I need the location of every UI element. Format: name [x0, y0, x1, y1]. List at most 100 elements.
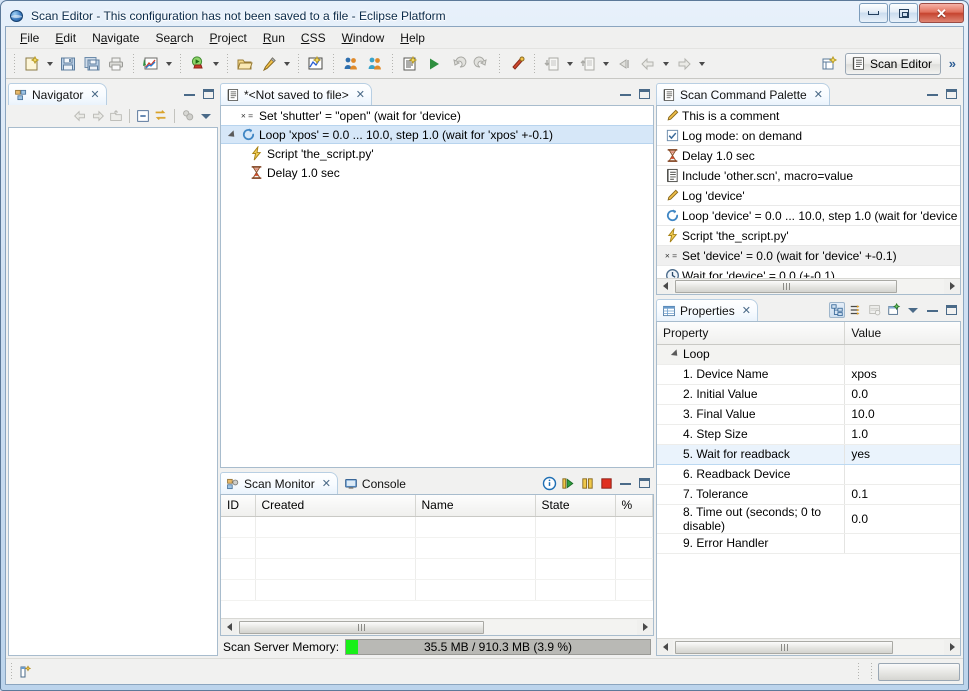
minimize-button[interactable]: [859, 3, 888, 23]
table-row[interactable]: 9. Error Handler: [657, 533, 960, 554]
list-item[interactable]: This is a comment: [657, 106, 960, 126]
scroll-right-icon[interactable]: [637, 620, 653, 635]
scroll-track[interactable]: [237, 619, 637, 635]
toolbar-overflow-icon[interactable]: »: [949, 56, 956, 71]
property-group-row[interactable]: Loop: [657, 344, 960, 365]
property-value[interactable]: 0.0: [844, 504, 960, 534]
blue-person-icon[interactable]: [363, 52, 387, 76]
tab-scan-command-palette[interactable]: Scan Command Palette ✕: [656, 83, 830, 105]
property-value[interactable]: [844, 464, 960, 485]
back-dropdown[interactable]: [660, 52, 672, 76]
tree-twisty[interactable]: [225, 129, 239, 140]
scroll-left-icon[interactable]: [657, 640, 673, 655]
list-item[interactable]: Delay 1.0 sec: [657, 146, 960, 166]
list-item[interactable]: Include 'other.scn', macro=value: [657, 166, 960, 186]
close-icon[interactable]: ✕: [814, 88, 823, 101]
property-value[interactable]: 0.1: [844, 484, 960, 505]
property-value[interactable]: 0.0: [844, 384, 960, 405]
maximize-icon[interactable]: [943, 302, 959, 318]
close-icon[interactable]: ✕: [742, 304, 751, 317]
property-value[interactable]: [844, 533, 960, 554]
scroll-thumb[interactable]: [239, 620, 484, 634]
back-icon[interactable]: [72, 108, 88, 124]
table-row[interactable]: 2. Initial Value 0.0: [657, 384, 960, 405]
forward-dropdown[interactable]: [696, 52, 708, 76]
tree-row[interactable]: Delay 1.0 sec: [221, 163, 653, 182]
close-button[interactable]: ✕: [919, 3, 964, 23]
list-item[interactable]: Loop 'device' = 0.0 ... 10.0, step 1.0 (…: [657, 206, 960, 226]
tree-row[interactable]: × = Set 'shutter' = "open" (wait for 'de…: [221, 106, 653, 125]
new-wizard-icon[interactable]: [20, 52, 44, 76]
restore-button[interactable]: [889, 3, 918, 23]
toolbar-grip[interactable]: [178, 53, 183, 74]
new-wizard-dropdown[interactable]: [44, 52, 56, 76]
filters-icon[interactable]: [180, 108, 196, 124]
export-dropdown[interactable]: [600, 52, 612, 76]
show-advanced-icon[interactable]: [848, 302, 864, 318]
forward-icon[interactable]: [90, 108, 106, 124]
list-item[interactable]: Log mode: on demand: [657, 126, 960, 146]
collapse-all-icon[interactable]: [135, 108, 151, 124]
property-value[interactable]: yes: [844, 443, 960, 465]
info-icon[interactable]: [541, 475, 557, 491]
palette-hscrollbar[interactable]: [657, 277, 960, 294]
scroll-right-icon[interactable]: [944, 640, 960, 655]
new-tab-icon[interactable]: [886, 302, 902, 318]
undo-arrow-icon[interactable]: [446, 52, 470, 76]
table-row[interactable]: [221, 516, 653, 538]
forward-arrow-icon[interactable]: [672, 52, 696, 76]
link-with-editor-icon[interactable]: [153, 108, 169, 124]
property-value[interactable]: 10.0: [844, 404, 960, 425]
toolbar-grip[interactable]: [497, 53, 502, 74]
save-all-icon[interactable]: [80, 52, 104, 76]
list-item[interactable]: Script 'the_script.py': [657, 226, 960, 246]
up-icon[interactable]: [108, 108, 124, 124]
table-row[interactable]: 4. Step Size 1.0: [657, 424, 960, 445]
menu-file[interactable]: File: [12, 29, 47, 47]
list-item[interactable]: Wait for 'device' = 0.0 (+-0.1): [657, 266, 960, 278]
back-arrow-icon[interactable]: [636, 52, 660, 76]
toolbar-grip[interactable]: [532, 53, 537, 74]
menu-help[interactable]: Help: [392, 29, 433, 47]
toolbar-grip[interactable]: [296, 53, 301, 74]
tree-row[interactable]: Loop 'xpos' = 0.0 ... 10.0, step 1.0 (wa…: [221, 125, 653, 144]
minimize-icon[interactable]: [181, 86, 197, 102]
run-scan-icon[interactable]: [186, 52, 210, 76]
print-icon[interactable]: [104, 52, 128, 76]
toolbar-grip[interactable]: [390, 53, 395, 74]
scroll-thumb[interactable]: [675, 640, 893, 654]
perspective-scan-editor-button[interactable]: Scan Editor: [844, 52, 941, 75]
monitor-hscrollbar[interactable]: [221, 618, 653, 635]
plot-data-browser-icon[interactable]: [139, 52, 163, 76]
run-dropdown[interactable]: [210, 52, 222, 76]
import-dropdown[interactable]: [564, 52, 576, 76]
menu-window[interactable]: Window: [334, 29, 393, 47]
table-row[interactable]: 6. Readback Device: [657, 464, 960, 485]
menu-run[interactable]: Run: [255, 29, 293, 47]
navigator-tree[interactable]: [8, 127, 218, 656]
toolbar-grip[interactable]: [12, 53, 17, 74]
redo-arrow-icon[interactable]: [470, 52, 494, 76]
pause-icon[interactable]: [579, 475, 595, 491]
list-item[interactable]: × = Set 'device' = 0.0 (wait for 'device…: [657, 246, 960, 266]
column-header-id[interactable]: ID: [221, 495, 256, 517]
minimize-icon[interactable]: [924, 302, 940, 318]
scan-plot-icon[interactable]: [304, 52, 328, 76]
maximize-icon[interactable]: [200, 86, 216, 102]
scroll-track[interactable]: [673, 639, 944, 655]
properties-hscrollbar[interactable]: [657, 638, 960, 655]
table-row[interactable]: 7. Tolerance 0.1: [657, 484, 960, 505]
toolbar-grip[interactable]: [131, 53, 136, 74]
table-row[interactable]: [221, 558, 653, 580]
palette-list[interactable]: This is a comment Log mode: on demand De…: [657, 106, 960, 278]
tab-scan-monitor[interactable]: Scan Monitor ✕: [220, 472, 338, 494]
export-icon[interactable]: [576, 52, 600, 76]
toolbar-grip[interactable]: [225, 53, 230, 74]
table-row[interactable]: 1. Device Name xpos: [657, 364, 960, 385]
status-progress-region[interactable]: [878, 662, 960, 681]
restore-default-icon[interactable]: [867, 302, 883, 318]
pen-dropdown[interactable]: [281, 52, 293, 76]
scroll-thumb[interactable]: [675, 279, 897, 293]
maximize-icon[interactable]: [636, 86, 652, 102]
column-header-percent[interactable]: %: [615, 495, 653, 517]
